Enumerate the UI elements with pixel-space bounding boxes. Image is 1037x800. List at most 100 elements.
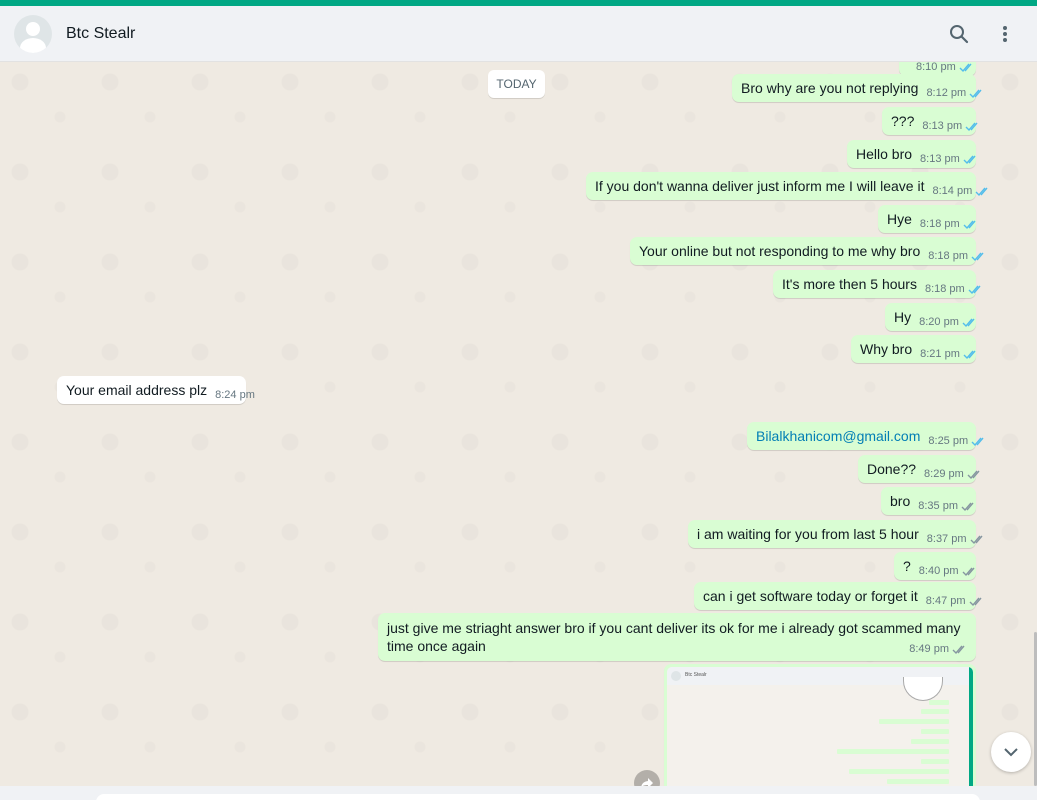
- message-time: 8:14 pm: [932, 185, 973, 197]
- message-text: Hello bro: [856, 146, 913, 162]
- message-time: 8:24 pm: [215, 389, 255, 401]
- message-meta: 8:20 pm: [919, 316, 978, 328]
- message-bubble[interactable]: Hello bro 8:13 pm: [847, 140, 976, 168]
- message-meta: 8:37 pm: [927, 533, 986, 545]
- read-ticks-icon: [971, 252, 984, 261]
- message-meta: 8:21 pm: [920, 348, 979, 360]
- message-text: Your online but not responding to me why…: [639, 243, 921, 259]
- message-text: ???: [891, 113, 915, 129]
- read-ticks-icon: [963, 350, 976, 359]
- thumb-avatar: [671, 671, 681, 681]
- message-list[interactable]: 8:10 pm TODAY Bro why are you not replyi…: [0, 62, 1037, 786]
- read-ticks-icon: [971, 437, 984, 446]
- message-bubble[interactable]: bro 8:35 pm: [881, 487, 976, 515]
- message-time: 8:20 pm: [919, 316, 959, 328]
- contact-name[interactable]: Btc Stealr: [66, 25, 135, 43]
- delivered-ticks-icon: [969, 597, 982, 606]
- message-bubble[interactable]: Why bro 8:21 pm: [851, 335, 976, 363]
- message-text: just give me striaght answer bro if you …: [387, 620, 961, 654]
- search-button[interactable]: [947, 22, 971, 46]
- message-time: 8:18 pm: [924, 283, 965, 295]
- message-time: 8:13 pm: [920, 153, 960, 165]
- message-bubble[interactable]: Hy 8:20 pm: [885, 303, 976, 331]
- composer-footer: [0, 786, 1037, 800]
- delivered-ticks-icon: [970, 535, 983, 544]
- message-time: 8:21 pm: [920, 348, 960, 360]
- message-meta: 8:18 pm: [928, 250, 987, 262]
- message-bubble[interactable]: Bilalkhanicom@gmail.com 8:25 pm: [747, 422, 984, 450]
- thumb-line: [921, 729, 949, 734]
- read-ticks-icon: [963, 220, 976, 229]
- date-divider: TODAY: [488, 70, 545, 98]
- message-text: i am waiting for you from last 5 hour: [697, 526, 919, 542]
- thumb-accent: [969, 667, 973, 786]
- message-bubble[interactable]: Hye 8:18 pm: [878, 205, 976, 233]
- message-text: If you don't wanna deliver just inform m…: [595, 178, 925, 194]
- email-link[interactable]: Bilalkhanicom@gmail.com: [756, 428, 920, 444]
- scroll-to-bottom-button[interactable]: [991, 732, 1031, 772]
- message-time: 8:18 pm: [928, 250, 968, 262]
- forward-button[interactable]: [634, 770, 660, 786]
- header-actions: [947, 22, 1017, 46]
- message-time: 8:12 pm: [926, 87, 967, 99]
- read-ticks-icon: [959, 63, 972, 72]
- read-ticks-icon: [965, 122, 978, 131]
- message-bubble[interactable]: Bro why are you not replying 8:12 pm: [732, 74, 982, 102]
- message-time: 8:18 pm: [919, 218, 960, 230]
- avatar-body: [20, 37, 46, 53]
- thumb-line: [921, 709, 949, 714]
- image-message[interactable]: Btc Stealr: [664, 664, 976, 786]
- message-text: Your email address plz: [66, 382, 208, 398]
- message-time: 8:25 pm: [928, 435, 969, 447]
- message-meta: 8:29 pm: [924, 468, 983, 480]
- forward-icon: [641, 778, 653, 786]
- message-time: 8:35 pm: [918, 500, 958, 512]
- chevron-down-icon: [1004, 748, 1018, 757]
- message-text: Hy: [894, 309, 912, 325]
- message-meta: 8:47 pm: [926, 595, 985, 607]
- message-text: It's more then 5 hours: [782, 276, 917, 292]
- message-bubble[interactable]: If you don't wanna deliver just inform m…: [586, 172, 988, 200]
- message-bubble[interactable]: Your online but not responding to me why…: [630, 237, 984, 265]
- message-bubble-multiline[interactable]: just give me striaght answer bro if you …: [378, 613, 976, 661]
- message-meta: 8:18 pm: [920, 218, 979, 230]
- message-input[interactable]: [96, 794, 980, 800]
- thumb-line: [921, 759, 949, 764]
- message-text: can i get software today or forget it: [703, 588, 918, 604]
- read-ticks-icon: [963, 155, 976, 164]
- message-time: 8:47 pm: [925, 595, 966, 607]
- message-time: 8:49 pm: [909, 643, 949, 655]
- avatar[interactable]: [14, 14, 52, 53]
- message-meta: 8:40 pm: [919, 565, 978, 577]
- message-meta: 8:13 pm: [922, 120, 981, 132]
- message-time: 8:13 pm: [922, 120, 963, 132]
- message-meta: 8:10 pm: [916, 62, 975, 73]
- message-time: 8:10 pm: [916, 62, 956, 73]
- message-bubble[interactable]: It's more then 5 hours 8:18 pm: [773, 270, 981, 298]
- thumb-line: [911, 739, 949, 744]
- avatar-head: [26, 21, 40, 36]
- message-bubble[interactable]: Done?? 8:29 pm: [858, 455, 980, 483]
- chat-header: Btc Stealr: [0, 6, 1037, 62]
- message-meta: 8:13 pm: [920, 153, 979, 165]
- read-ticks-icon: [969, 89, 982, 98]
- read-ticks-icon: [975, 187, 988, 196]
- message-bubble[interactable]: ? 8:40 pm: [894, 552, 976, 580]
- message-text: bro: [890, 493, 911, 509]
- message-meta: 8:18 pm: [925, 283, 984, 295]
- delivered-ticks-icon: [961, 502, 974, 511]
- message-bubble-incoming[interactable]: Your email address plz 8:24 pm: [57, 376, 255, 404]
- message-bubble[interactable]: ??? 8:13 pm: [882, 107, 978, 135]
- menu-button[interactable]: [993, 22, 1017, 46]
- delivered-ticks-icon: [962, 567, 975, 576]
- thumb-title: Btc Stealr: [685, 672, 707, 678]
- message-meta: 8:25 pm: [928, 435, 987, 447]
- message-bubble[interactable]: can i get software today or forget it 8:…: [694, 582, 982, 610]
- delivered-ticks-icon: [952, 645, 965, 654]
- message-meta: 8:14 pm: [933, 185, 992, 197]
- message-meta: 8:12 pm: [926, 87, 985, 99]
- message-time: 8:29 pm: [924, 468, 964, 480]
- thumb-line: [879, 719, 949, 724]
- image-thumbnail-icon[interactable]: Btc Stealr: [667, 667, 973, 786]
- message-bubble[interactable]: i am waiting for you from last 5 hour 8:…: [688, 520, 983, 548]
